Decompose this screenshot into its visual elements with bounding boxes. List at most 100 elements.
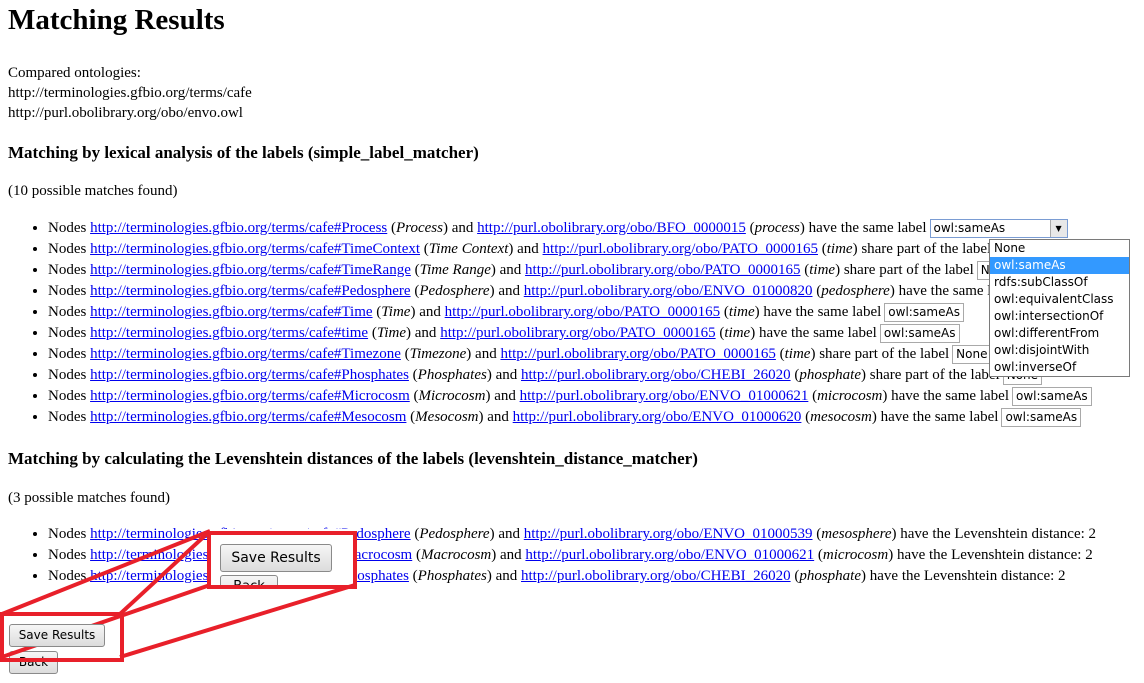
compared-ontologies: Compared ontologies: http://terminologie… (8, 63, 252, 123)
relation-select[interactable]: owl:sameAs ▼ (929, 219, 1068, 239)
node-b-link[interactable]: http://purl.obolibrary.org/obo/BFO_00000… (477, 220, 746, 236)
relation-select[interactable]: owl:sameAs (879, 324, 960, 344)
nodes-word: Nodes (48, 304, 87, 320)
relation-text: have the same label (758, 325, 877, 341)
node-b-label: microcosm (822, 547, 889, 563)
relation-dropdown-list[interactable]: None owl:sameAs rdfs:subClassOf owl:equival… (989, 239, 1130, 377)
relation-select-value: owl:sameAs (888, 305, 960, 320)
node-b-link[interactable]: http://purl.obolibrary.org/obo/PATO_0000… (543, 241, 818, 257)
node-b-link[interactable]: http://purl.obolibrary.org/obo/PATO_0000… (445, 304, 720, 320)
node-b-label: time (784, 346, 811, 362)
relation-text: have the Levenshtein distance: 2 (869, 568, 1066, 584)
relation-select-value: owl:sameAs (1005, 410, 1078, 425)
section-heading-levenshtein: Matching by calculating the Levenshtein … (8, 449, 698, 468)
nodes-word: Nodes (48, 388, 87, 404)
dropdown-option[interactable]: owl:disjointWith (990, 342, 1129, 359)
relation-text: have the Levenshtein distance: 2 (896, 547, 1093, 563)
list-item: Nodes http://terminologies.gfbio.org/ter… (48, 407, 1144, 428)
node-b-link[interactable]: http://purl.obolibrary.org/obo/ENVO_0100… (524, 283, 813, 299)
node-a-link[interactable]: http://terminologies.gfbio.org/terms/caf… (90, 388, 410, 404)
dropdown-option[interactable]: owl:differentFrom (990, 325, 1129, 342)
relation-select-value: owl:sameAs (1016, 389, 1088, 404)
and-word: and (414, 325, 437, 341)
node-b-link[interactable]: http://purl.obolibrary.org/obo/ENVO_0100… (524, 526, 813, 542)
node-a-link[interactable]: http://terminologies.gfbio.org/terms/caf… (90, 367, 409, 383)
list-item: Nodes http://terminologies.gfbio.org/ter… (48, 344, 1144, 365)
node-b-label: time (809, 262, 836, 278)
nodes-word: Nodes (48, 346, 87, 362)
node-a-label: Time Range (419, 262, 491, 278)
relation-select[interactable]: owl:sameAs (1012, 387, 1092, 407)
page-title: Matching Results (8, 4, 225, 36)
relation-text: share part of the label (869, 367, 1000, 383)
and-word: and (494, 388, 516, 404)
node-b-link[interactable]: http://purl.obolibrary.org/obo/PATO_0000… (440, 325, 715, 341)
node-a-label: Process (396, 220, 443, 236)
node-a-link[interactable]: http://terminologies.gfbio.org/terms/caf… (90, 262, 411, 278)
section-heading-lexical: Matching by lexical analysis of the labe… (8, 143, 479, 162)
ontology-item: http://purl.obolibrary.org/obo/envo.owl (8, 105, 243, 121)
node-b-label: microcosm (817, 388, 883, 404)
nodes-word: Nodes (48, 262, 87, 278)
node-b-link[interactable]: http://purl.obolibrary.org/obo/PATO_0000… (525, 262, 800, 278)
nodes-word: Nodes (48, 220, 87, 236)
node-b-link[interactable]: http://purl.obolibrary.org/obo/CHEBI_260… (521, 367, 791, 383)
nodes-word: Nodes (48, 409, 87, 425)
and-word: and (487, 409, 509, 425)
node-a-label: Phosphates (417, 367, 487, 383)
node-a-label: Phosphates (417, 568, 487, 584)
node-a-link[interactable]: http://terminologies.gfbio.org/terms/caf… (90, 409, 406, 425)
relation-select[interactable]: None (952, 345, 992, 365)
node-a-label: Time (376, 325, 407, 341)
dropdown-option[interactable]: owl:inverseOf (990, 359, 1129, 376)
nodes-word: Nodes (48, 367, 87, 383)
node-b-label: time (728, 304, 755, 320)
nodes-word: Nodes (48, 526, 87, 542)
node-a-label: Mesocosm (415, 409, 479, 425)
node-a-link[interactable]: http://terminologies.gfbio.org/terms/caf… (90, 346, 401, 362)
node-b-link[interactable]: http://purl.obolibrary.org/obo/ENVO_0100… (520, 388, 809, 404)
dropdown-option[interactable]: owl:intersectionOf (990, 308, 1129, 325)
save-results-button[interactable]: Save Results (9, 624, 105, 647)
chevron-down-icon[interactable]: ▼ (1049, 220, 1067, 238)
and-word: and (419, 304, 441, 320)
nodes-word: Nodes (48, 325, 87, 341)
node-a-link[interactable]: http://terminologies.gfbio.org/terms/caf… (90, 325, 368, 341)
relation-select[interactable]: owl:sameAs (884, 303, 964, 323)
relation-text: have the same label (891, 388, 1009, 404)
dropdown-option[interactable]: owl:equivalentClass (990, 291, 1129, 308)
dropdown-option[interactable]: None (990, 240, 1129, 257)
match-count-levenshtein: (3 possible matches found) (8, 490, 171, 506)
nodes-word: Nodes (48, 283, 87, 299)
node-b-label: phosphate (799, 568, 862, 584)
dropdown-option[interactable]: owl:sameAs (990, 257, 1129, 274)
node-b-link[interactable]: http://purl.obolibrary.org/obo/ENVO_0100… (513, 409, 802, 425)
relation-text: have the same label (880, 409, 999, 425)
node-a-link[interactable]: http://terminologies.gfbio.org/terms/caf… (90, 241, 420, 257)
list-item: Nodes http://terminologies.gfbio.org/ter… (48, 239, 1144, 260)
and-word: and (517, 241, 539, 257)
relation-text: share part of the label (861, 241, 992, 257)
node-b-link[interactable]: http://purl.obolibrary.org/obo/ENVO_0100… (525, 547, 814, 563)
node-b-link[interactable]: http://purl.obolibrary.org/obo/PATO_0000… (500, 346, 775, 362)
relation-select[interactable]: owl:sameAs (1001, 408, 1082, 428)
node-b-label: phosphate (799, 367, 862, 383)
node-a-link[interactable]: http://terminologies.gfbio.org/terms/caf… (90, 304, 372, 320)
relation-text: share part of the label (843, 262, 974, 278)
relation-text: share part of the label (819, 346, 950, 362)
node-b-label: time (826, 241, 853, 257)
list-item: Nodes http://terminologies.gfbio.org/ter… (48, 365, 1144, 386)
and-word: and (499, 262, 522, 278)
list-item: Nodes http://terminologies.gfbio.org/ter… (48, 218, 1144, 239)
and-word: and (495, 568, 518, 584)
node-b-link[interactable]: http://purl.obolibrary.org/obo/CHEBI_260… (521, 568, 791, 584)
relation-select-value: owl:sameAs (933, 221, 1006, 236)
match-count-lexical: (10 possible matches found) (8, 183, 178, 199)
node-a-link[interactable]: http://terminologies.gfbio.org/terms/caf… (90, 283, 411, 299)
nodes-word: Nodes (48, 568, 87, 584)
node-a-link[interactable]: http://terminologies.gfbio.org/terms/caf… (90, 220, 387, 236)
and-word: and (500, 547, 522, 563)
node-a-label: Timezone (409, 346, 467, 362)
ontology-item: http://terminologies.gfbio.org/terms/caf… (8, 85, 252, 101)
dropdown-option[interactable]: rdfs:subClassOf (990, 274, 1129, 291)
